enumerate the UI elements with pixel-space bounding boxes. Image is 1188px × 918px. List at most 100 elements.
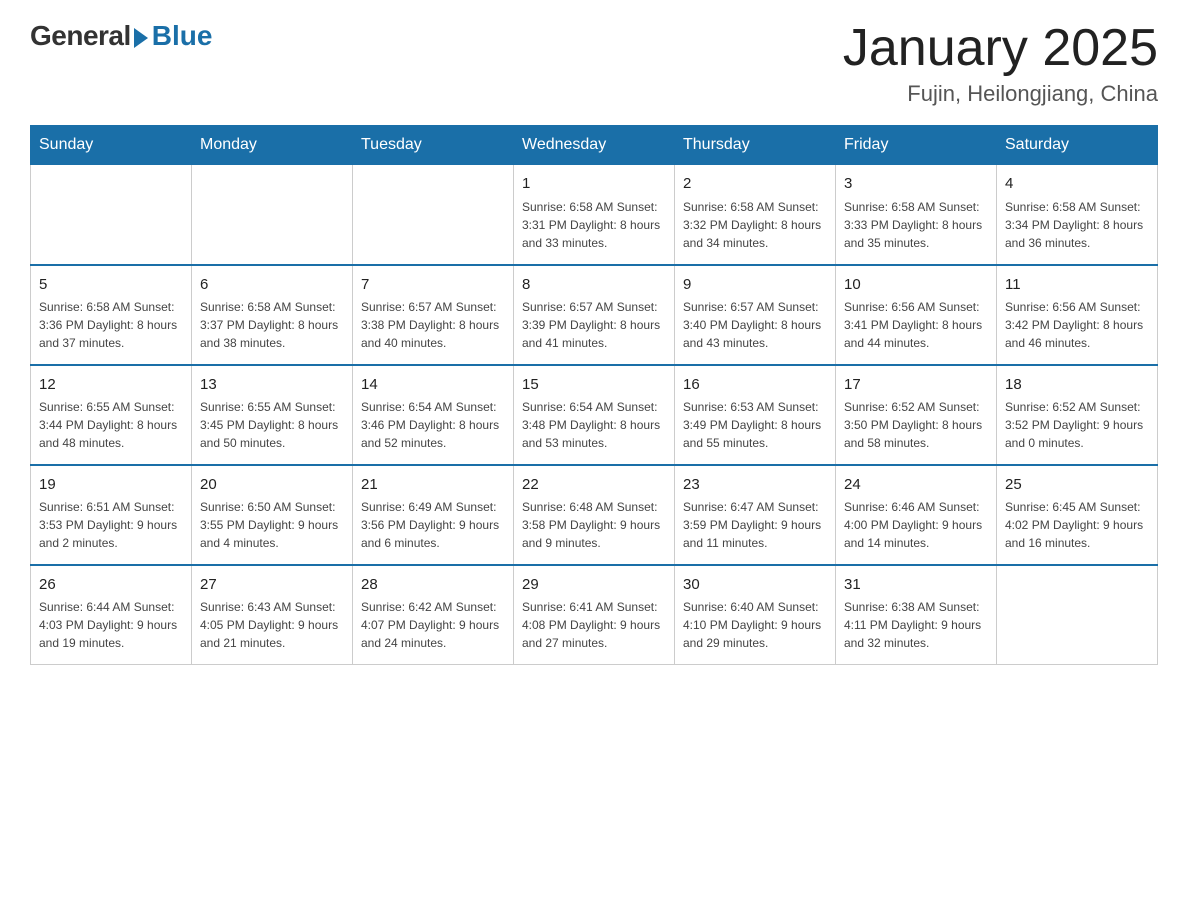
- day-number: 22: [522, 474, 666, 496]
- table-row: 4 Sunrise: 6:58 AM Sunset: 3:34 PM Daylig…: [997, 165, 1158, 265]
- calendar-title: January 2025: [843, 20, 1158, 77]
- day-info: Sunrise: 6:49 AM Sunset: 3:56 PM Dayligh…: [361, 498, 505, 552]
- calendar-week-row: 12Sunrise: 6:55 AM Sunset: 3:44 PM Dayli…: [31, 365, 1158, 465]
- table-row: [353, 165, 514, 265]
- calendar-week-row: 19Sunrise: 6:51 AM Sunset: 3:53 PM Dayli…: [31, 465, 1158, 565]
- day-number: 19: [39, 474, 183, 496]
- table-row: 2 Sunrise: 6:58 AM Sunset: 3:32 PM Daylig…: [675, 165, 836, 265]
- day-number: 5: [39, 274, 183, 296]
- day-info: Sunrise: 6:57 AM Sunset: 3:40 PM Dayligh…: [683, 298, 827, 352]
- day-number: 4: [1005, 173, 1149, 195]
- day-info: Sunrise: 6:43 AM Sunset: 4:05 PM Dayligh…: [200, 598, 344, 652]
- table-row: 30Sunrise: 6:40 AM Sunset: 4:10 PM Dayli…: [675, 565, 836, 665]
- day-number: 9: [683, 274, 827, 296]
- day-info: Sunrise: 6:51 AM Sunset: 3:53 PM Dayligh…: [39, 498, 183, 552]
- table-row: 11Sunrise: 6:56 AM Sunset: 3:42 PM Dayli…: [997, 265, 1158, 365]
- day-info: Sunrise: 6:58 AM Sunset: 3:34 PM Dayligh…: [1005, 198, 1149, 252]
- day-number: 14: [361, 374, 505, 396]
- table-row: 22Sunrise: 6:48 AM Sunset: 3:58 PM Dayli…: [514, 465, 675, 565]
- table-row: 18Sunrise: 6:52 AM Sunset: 3:52 PM Dayli…: [997, 365, 1158, 465]
- logo-arrow-icon: [134, 28, 148, 48]
- day-info: Sunrise: 6:56 AM Sunset: 3:42 PM Dayligh…: [1005, 298, 1149, 352]
- day-info: Sunrise: 6:58 AM Sunset: 3:32 PM Dayligh…: [683, 198, 827, 252]
- table-row: 31Sunrise: 6:38 AM Sunset: 4:11 PM Dayli…: [836, 565, 997, 665]
- table-row: 15Sunrise: 6:54 AM Sunset: 3:48 PM Dayli…: [514, 365, 675, 465]
- day-number: 10: [844, 274, 988, 296]
- table-row: 5Sunrise: 6:58 AM Sunset: 3:36 PM Daylig…: [31, 265, 192, 365]
- day-info: Sunrise: 6:54 AM Sunset: 3:46 PM Dayligh…: [361, 398, 505, 452]
- day-number: 7: [361, 274, 505, 296]
- table-row: 7Sunrise: 6:57 AM Sunset: 3:38 PM Daylig…: [353, 265, 514, 365]
- day-info: Sunrise: 6:58 AM Sunset: 3:33 PM Dayligh…: [844, 198, 988, 252]
- col-monday: Monday: [192, 126, 353, 165]
- day-info: Sunrise: 6:52 AM Sunset: 3:50 PM Dayligh…: [844, 398, 988, 452]
- col-saturday: Saturday: [997, 126, 1158, 165]
- day-number: 1: [522, 173, 666, 195]
- table-row: 23Sunrise: 6:47 AM Sunset: 3:59 PM Dayli…: [675, 465, 836, 565]
- day-number: 18: [1005, 374, 1149, 396]
- title-block: January 2025 Fujin, Heilongjiang, China: [843, 20, 1158, 107]
- day-number: 16: [683, 374, 827, 396]
- day-number: 23: [683, 474, 827, 496]
- day-info: Sunrise: 6:42 AM Sunset: 4:07 PM Dayligh…: [361, 598, 505, 652]
- day-info: Sunrise: 6:57 AM Sunset: 3:38 PM Dayligh…: [361, 298, 505, 352]
- table-row: 25Sunrise: 6:45 AM Sunset: 4:02 PM Dayli…: [997, 465, 1158, 565]
- day-info: Sunrise: 6:58 AM Sunset: 3:31 PM Dayligh…: [522, 198, 666, 252]
- day-number: 3: [844, 173, 988, 195]
- day-info: Sunrise: 6:44 AM Sunset: 4:03 PM Dayligh…: [39, 598, 183, 652]
- day-info: Sunrise: 6:46 AM Sunset: 4:00 PM Dayligh…: [844, 498, 988, 552]
- col-tuesday: Tuesday: [353, 126, 514, 165]
- day-number: 21: [361, 474, 505, 496]
- day-info: Sunrise: 6:56 AM Sunset: 3:41 PM Dayligh…: [844, 298, 988, 352]
- day-number: 2: [683, 173, 827, 195]
- table-row: 20Sunrise: 6:50 AM Sunset: 3:55 PM Dayli…: [192, 465, 353, 565]
- day-info: Sunrise: 6:38 AM Sunset: 4:11 PM Dayligh…: [844, 598, 988, 652]
- day-info: Sunrise: 6:47 AM Sunset: 3:59 PM Dayligh…: [683, 498, 827, 552]
- table-row: 10Sunrise: 6:56 AM Sunset: 3:41 PM Dayli…: [836, 265, 997, 365]
- day-info: Sunrise: 6:55 AM Sunset: 3:45 PM Dayligh…: [200, 398, 344, 452]
- calendar-week-row: 5Sunrise: 6:58 AM Sunset: 3:36 PM Daylig…: [31, 265, 1158, 365]
- day-info: Sunrise: 6:54 AM Sunset: 3:48 PM Dayligh…: [522, 398, 666, 452]
- table-row: 26Sunrise: 6:44 AM Sunset: 4:03 PM Dayli…: [31, 565, 192, 665]
- logo-general-text: General: [30, 20, 131, 52]
- day-number: 28: [361, 574, 505, 596]
- day-number: 30: [683, 574, 827, 596]
- col-sunday: Sunday: [31, 126, 192, 165]
- day-info: Sunrise: 6:53 AM Sunset: 3:49 PM Dayligh…: [683, 398, 827, 452]
- day-number: 24: [844, 474, 988, 496]
- col-thursday: Thursday: [675, 126, 836, 165]
- day-info: Sunrise: 6:58 AM Sunset: 3:37 PM Dayligh…: [200, 298, 344, 352]
- day-info: Sunrise: 6:50 AM Sunset: 3:55 PM Dayligh…: [200, 498, 344, 552]
- day-number: 13: [200, 374, 344, 396]
- col-wednesday: Wednesday: [514, 126, 675, 165]
- table-row: 9Sunrise: 6:57 AM Sunset: 3:40 PM Daylig…: [675, 265, 836, 365]
- day-info: Sunrise: 6:55 AM Sunset: 3:44 PM Dayligh…: [39, 398, 183, 452]
- table-row: 21Sunrise: 6:49 AM Sunset: 3:56 PM Dayli…: [353, 465, 514, 565]
- day-number: 15: [522, 374, 666, 396]
- day-number: 20: [200, 474, 344, 496]
- table-row: 14Sunrise: 6:54 AM Sunset: 3:46 PM Dayli…: [353, 365, 514, 465]
- logo: General Blue: [30, 20, 212, 52]
- day-number: 11: [1005, 274, 1149, 296]
- calendar-week-row: 1 Sunrise: 6:58 AM Sunset: 3:31 PM Daylig…: [31, 165, 1158, 265]
- table-row: 3 Sunrise: 6:58 AM Sunset: 3:33 PM Daylig…: [836, 165, 997, 265]
- table-row: 8Sunrise: 6:57 AM Sunset: 3:39 PM Daylig…: [514, 265, 675, 365]
- day-info: Sunrise: 6:57 AM Sunset: 3:39 PM Dayligh…: [522, 298, 666, 352]
- table-row: 1 Sunrise: 6:58 AM Sunset: 3:31 PM Daylig…: [514, 165, 675, 265]
- day-info: Sunrise: 6:52 AM Sunset: 3:52 PM Dayligh…: [1005, 398, 1149, 452]
- calendar-subtitle: Fujin, Heilongjiang, China: [843, 81, 1158, 107]
- col-friday: Friday: [836, 126, 997, 165]
- table-row: [997, 565, 1158, 665]
- table-row: 27Sunrise: 6:43 AM Sunset: 4:05 PM Dayli…: [192, 565, 353, 665]
- day-number: 25: [1005, 474, 1149, 496]
- header-row: Sunday Monday Tuesday Wednesday Thursday…: [31, 126, 1158, 165]
- day-info: Sunrise: 6:40 AM Sunset: 4:10 PM Dayligh…: [683, 598, 827, 652]
- table-row: 16Sunrise: 6:53 AM Sunset: 3:49 PM Dayli…: [675, 365, 836, 465]
- table-row: 29Sunrise: 6:41 AM Sunset: 4:08 PM Dayli…: [514, 565, 675, 665]
- page-header: General Blue January 2025 Fujin, Heilong…: [30, 20, 1158, 107]
- logo-blue-text: Blue: [152, 20, 213, 52]
- table-row: 17Sunrise: 6:52 AM Sunset: 3:50 PM Dayli…: [836, 365, 997, 465]
- day-number: 31: [844, 574, 988, 596]
- day-number: 17: [844, 374, 988, 396]
- day-info: Sunrise: 6:41 AM Sunset: 4:08 PM Dayligh…: [522, 598, 666, 652]
